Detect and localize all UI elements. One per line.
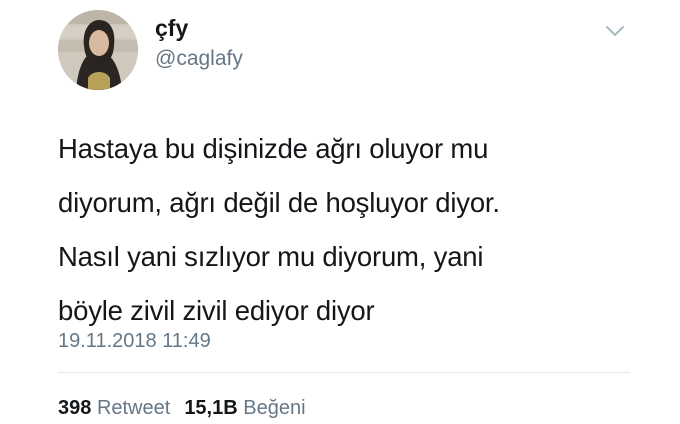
likes-stat[interactable]: 15,1B Beğeni bbox=[184, 397, 305, 419]
tweet-text: Hastaya bu dişinizde ağrı oluyor mu diyo… bbox=[58, 122, 658, 338]
tweet-card: çfy @caglafy Hastaya bu dişinizde ağrı o… bbox=[0, 0, 680, 424]
display-name[interactable]: çfy bbox=[155, 14, 188, 42]
tweet-stats: 398 Retweet 15,1B Beğeni bbox=[58, 396, 306, 420]
tweet-text-line: diyorum, ağrı değil de hoşluyor diyor. bbox=[58, 187, 500, 218]
avatar[interactable] bbox=[58, 10, 138, 90]
user-handle[interactable]: @caglafy bbox=[155, 46, 243, 72]
likes-count: 15,1B bbox=[184, 397, 238, 419]
retweets-count: 398 bbox=[58, 397, 92, 419]
divider bbox=[58, 372, 630, 373]
chevron-down-icon[interactable] bbox=[604, 22, 626, 40]
tweet-text-line: Hastaya bu dişinizde ağrı oluyor mu bbox=[58, 133, 489, 164]
avatar-image bbox=[58, 10, 138, 90]
retweets-label: Retweet bbox=[96, 397, 171, 419]
tweet-timestamp[interactable]: 19.11.2018 11:49 bbox=[58, 329, 211, 353]
tweet-text-line: Nasıl yani sızlıyor mu diyorum, yani bbox=[58, 241, 484, 272]
likes-label: Beğeni bbox=[243, 397, 306, 419]
retweets-stat[interactable]: 398 Retweet bbox=[58, 397, 170, 419]
